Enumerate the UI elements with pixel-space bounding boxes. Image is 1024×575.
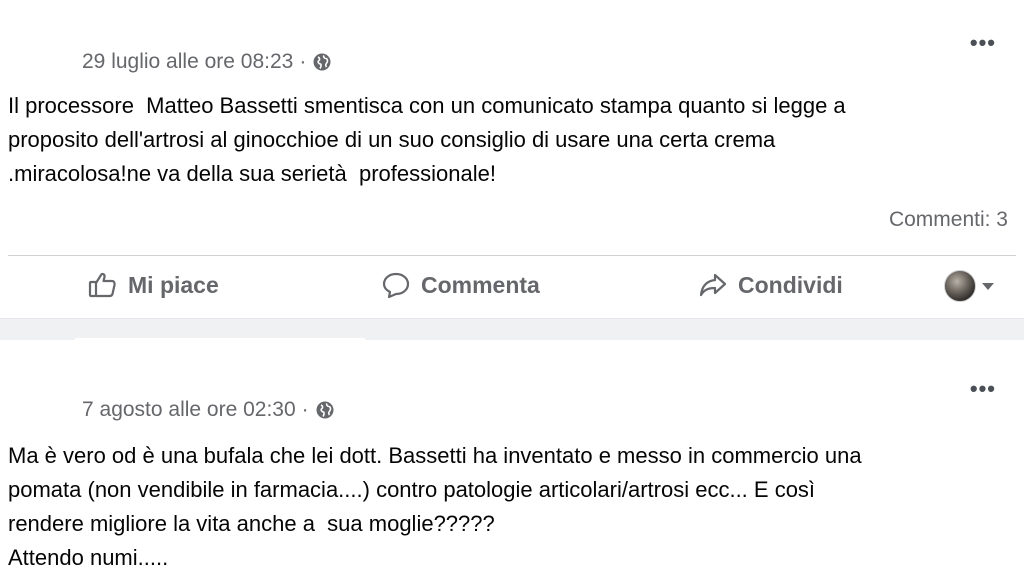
post-2: ••• 7 agosto alle ore 02:30 · Ma è vero … xyxy=(0,340,1024,575)
post-meta: 7 agosto alle ore 02:30 · xyxy=(82,398,335,422)
post-text: Ma è vero od è una bufala che lei dott. … xyxy=(8,443,862,570)
meta-separator: · xyxy=(299,50,307,73)
avatar xyxy=(944,270,976,302)
like-label: Mi piace xyxy=(128,271,219,298)
caret-down-icon xyxy=(982,282,994,290)
cut-off-author-name: ' ' ' '' ' ' ' xyxy=(82,10,382,20)
divider xyxy=(8,255,1016,256)
comments-count[interactable]: Commenti: 3 xyxy=(889,208,1008,232)
share-label: Condividi xyxy=(738,271,843,298)
meta-separator: · xyxy=(301,398,309,421)
share-button[interactable]: Condividi xyxy=(698,271,843,299)
post-text: Il processore Matteo Bassetti smentisca … xyxy=(8,93,846,186)
share-icon xyxy=(699,273,727,297)
globe-icon[interactable] xyxy=(312,52,332,72)
timestamp[interactable]: 29 luglio alle ore 08:23 xyxy=(82,50,293,74)
globe-icon[interactable] xyxy=(315,400,335,420)
action-bar: Mi piace Commenta Condividi xyxy=(0,265,1024,309)
comment-label: Commenta xyxy=(421,271,540,298)
post-meta: 29 luglio alle ore 08:23 · xyxy=(82,50,332,74)
like-button[interactable]: Mi piace xyxy=(88,271,219,299)
more-options-button[interactable]: ••• xyxy=(970,32,996,54)
comment-icon xyxy=(382,272,410,299)
reaction-profile-selector[interactable] xyxy=(944,270,994,302)
timestamp[interactable]: 7 agosto alle ore 02:30 xyxy=(82,398,296,422)
post-1: ' ' ' '' ' ' ' ••• 29 luglio alle ore 08… xyxy=(0,0,1024,318)
thumbs-up-icon xyxy=(88,272,116,298)
comment-button[interactable]: Commenta xyxy=(381,271,540,299)
more-options-button[interactable]: ••• xyxy=(970,378,996,400)
